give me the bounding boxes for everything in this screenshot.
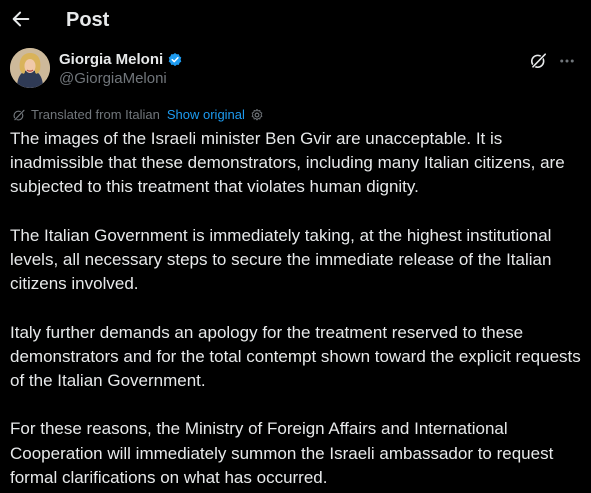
post-text: The images of the Israeli minister Ben G…: [10, 127, 585, 490]
post-paragraph: For these reasons, the Ministry of Forei…: [10, 419, 554, 487]
page-title: Post: [66, 9, 110, 31]
top-header: Post: [0, 0, 591, 42]
author-handle[interactable]: @GiorgiaMeloni: [59, 70, 167, 87]
verified-badge-icon: [168, 52, 182, 66]
translate-icon: [13, 108, 26, 121]
post-page: Post Giorgia Meloni @GiorgiaMeloni Trans…: [0, 0, 591, 493]
author-name[interactable]: Giorgia Meloni: [59, 51, 163, 68]
translated-from-label: Translated from Italian: [31, 107, 160, 122]
arrow-left-icon[interactable]: [10, 8, 32, 30]
more-icon[interactable]: [558, 52, 576, 70]
post-paragraph: The images of the Israeli minister Ben G…: [10, 129, 565, 197]
post-paragraph: Italy further demands an apology for the…: [10, 322, 581, 390]
author-name-row: Giorgia Meloni: [59, 51, 183, 68]
avatar-image: [10, 48, 50, 88]
translation-row: Translated from Italian Show original: [12, 107, 264, 122]
gear-icon[interactable]: [250, 108, 264, 122]
show-original-link[interactable]: Show original: [167, 107, 245, 122]
post-paragraph: The Italian Government is immediately ta…: [10, 225, 552, 294]
grok-icon[interactable]: [529, 51, 548, 70]
avatar[interactable]: [10, 48, 50, 88]
